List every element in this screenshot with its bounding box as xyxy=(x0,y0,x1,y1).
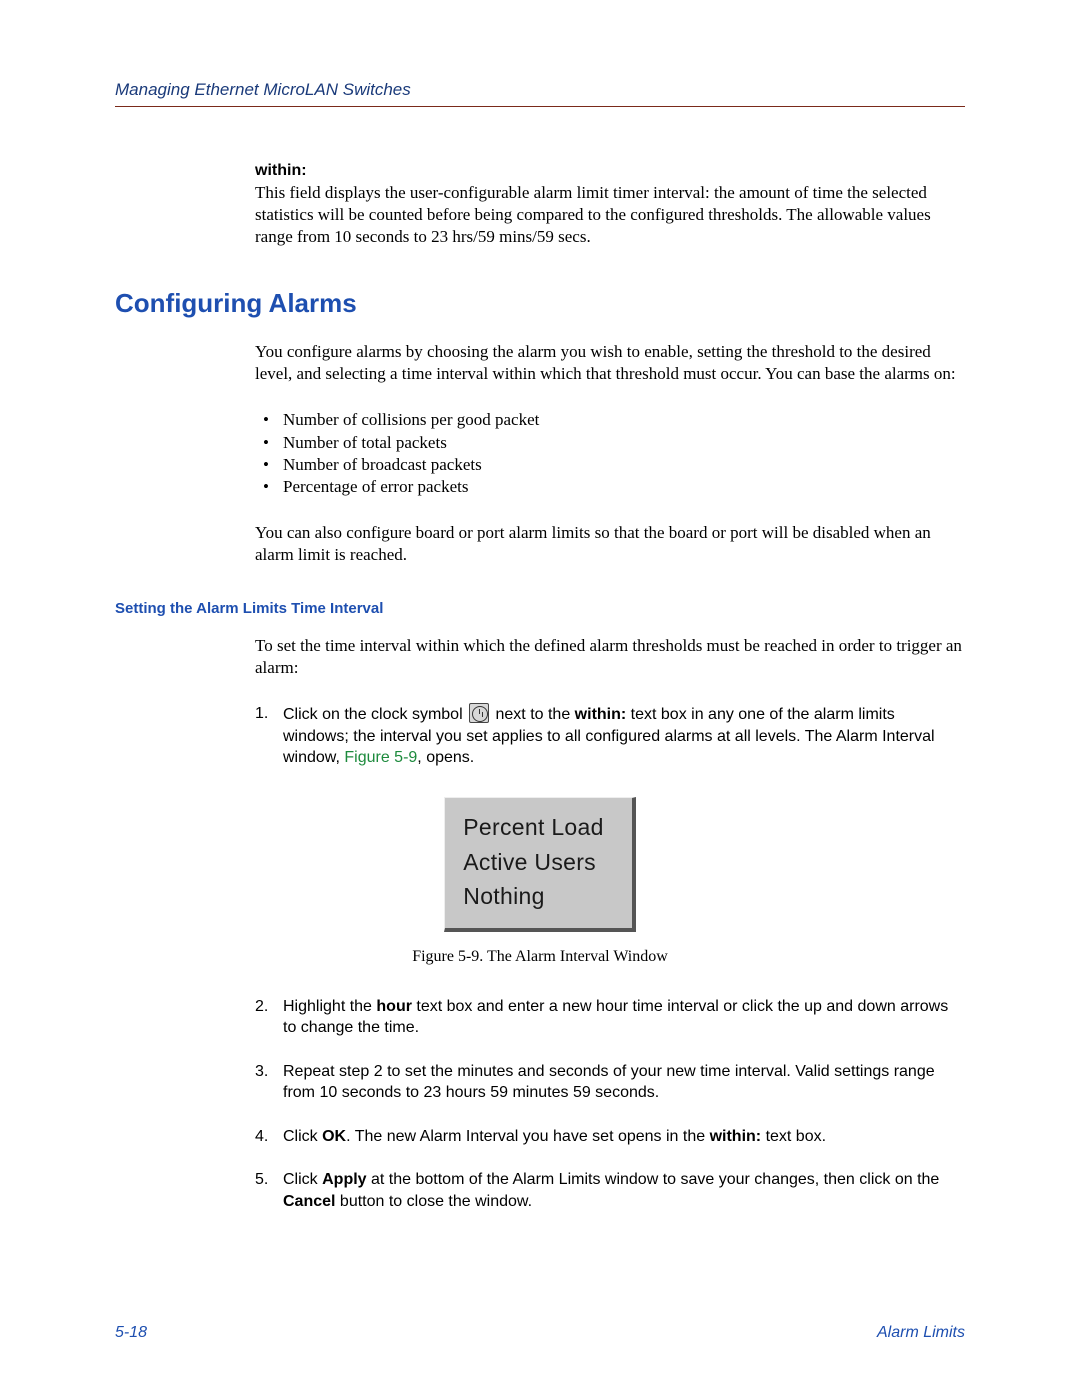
step-text: text box. xyxy=(761,1128,826,1145)
within-label: within: xyxy=(255,162,965,180)
list-item: Number of collisions per good packet xyxy=(255,409,965,431)
step-2: 2. Highlight the hour text box and enter… xyxy=(255,996,965,1039)
step-text: at the bottom of the Alarm Limits window… xyxy=(367,1171,940,1188)
step-text: next to the xyxy=(491,706,575,723)
bold-cancel: Cancel xyxy=(283,1193,335,1210)
step-text: , opens. xyxy=(417,749,474,766)
step-text: Click xyxy=(283,1171,322,1188)
popup-item-active-users[interactable]: Active Users xyxy=(463,845,603,880)
figure-5-9: Percent Load Active Users Nothing Figure… xyxy=(115,797,965,966)
clock-icon xyxy=(469,703,489,723)
step-5: 5. Click Apply at the bottom of the Alar… xyxy=(255,1169,965,1212)
step-number: 3. xyxy=(255,1061,268,1083)
list-item: Percentage of error packets xyxy=(255,476,965,498)
step-4: 4. Click OK. The new Alarm Interval you … xyxy=(255,1126,965,1148)
alarm-basis-list: Number of collisions per good packet Num… xyxy=(255,409,965,497)
bold-ok: OK xyxy=(322,1128,346,1145)
within-description: This field displays the user-configurabl… xyxy=(255,182,965,248)
running-header: Managing Ethernet MicroLAN Switches xyxy=(115,80,965,107)
popup-item-percent-load[interactable]: Percent Load xyxy=(463,810,603,845)
figure-reference-link[interactable]: Figure 5-9 xyxy=(344,749,417,766)
step-text: Click xyxy=(283,1128,322,1145)
page: Managing Ethernet MicroLAN Switches with… xyxy=(0,0,1080,1397)
section-after-bullets: You can also configure board or port ala… xyxy=(255,522,965,566)
section-title-configuring-alarms: Configuring Alarms xyxy=(115,288,965,319)
page-footer: 5-18 Alarm Limits xyxy=(115,1324,965,1342)
section-intro: You configure alarms by choosing the ala… xyxy=(255,341,965,385)
subsection-title: Setting the Alarm Limits Time Interval xyxy=(115,600,965,617)
step-3: 3. Repeat step 2 to set the minutes and … xyxy=(255,1061,965,1104)
steps-list-continued: 2. Highlight the hour text box and enter… xyxy=(255,996,965,1213)
step-text: . The new Alarm Interval you have set op… xyxy=(346,1128,709,1145)
step-text: Repeat step 2 to set the minutes and sec… xyxy=(283,1063,935,1102)
step-number: 4. xyxy=(255,1126,268,1148)
bold-hour: hour xyxy=(376,998,412,1015)
step-number: 5. xyxy=(255,1169,268,1191)
subsection-intro: To set the time interval within which th… xyxy=(255,635,965,679)
within-block: within: This field displays the user-con… xyxy=(255,162,965,248)
list-item: Number of broadcast packets xyxy=(255,454,965,476)
step-text: button to close the window. xyxy=(335,1193,532,1210)
alarm-interval-popup: Percent Load Active Users Nothing xyxy=(444,797,635,932)
bold-within: within: xyxy=(710,1128,762,1145)
step-text: Click on the clock symbol xyxy=(283,706,467,723)
step-number: 2. xyxy=(255,996,268,1018)
list-item: Number of total packets xyxy=(255,432,965,454)
step-1: 1. Click on the clock symbol next to the… xyxy=(255,703,965,769)
figure-caption: Figure 5-9. The Alarm Interval Window xyxy=(115,948,965,966)
bold-within: within: xyxy=(575,706,627,723)
steps-list: 1. Click on the clock symbol next to the… xyxy=(255,703,965,769)
popup-item-nothing[interactable]: Nothing xyxy=(463,879,603,914)
bold-apply: Apply xyxy=(322,1171,366,1188)
step-number: 1. xyxy=(255,703,268,725)
step-text: Highlight the xyxy=(283,998,376,1015)
footer-section: Alarm Limits xyxy=(877,1324,965,1342)
page-number: 5-18 xyxy=(115,1324,147,1342)
